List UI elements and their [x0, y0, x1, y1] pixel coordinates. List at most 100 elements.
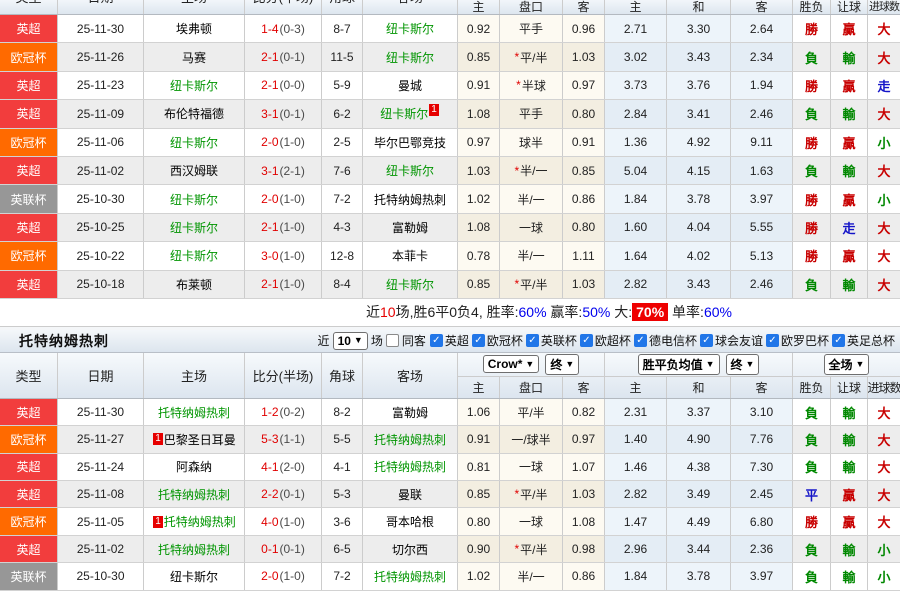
away-team-name[interactable]: 富勒姆: [392, 219, 428, 236]
league-checkbox-label[interactable]: 英联杯: [541, 332, 577, 349]
home-team-name[interactable]: 阿森纳: [176, 458, 212, 475]
score-cell[interactable]: 3-0(1-0): [245, 242, 322, 269]
home-team-name[interactable]: 托特纳姆热刺: [158, 541, 230, 558]
euro-mean-select[interactable]: 胜平负均值▼: [638, 354, 720, 375]
games-label: 场: [371, 332, 383, 349]
asian-period-select[interactable]: 终▼: [545, 354, 579, 375]
red-card-badge: 1: [153, 516, 163, 528]
score-cell[interactable]: 2-1(1-0): [245, 271, 322, 298]
league-checkbox-label[interactable]: 英足总杯: [847, 332, 895, 349]
score-cell[interactable]: 4-1(2-0): [245, 454, 322, 480]
league-checkbox[interactable]: ✓: [634, 334, 647, 347]
same-away-label[interactable]: 同客: [402, 332, 426, 349]
home-team-name[interactable]: 纽卡斯尔: [170, 134, 218, 151]
league-checkbox-label[interactable]: 欧罗巴杯: [781, 332, 829, 349]
score-cell[interactable]: 2-2(0-1): [245, 481, 322, 507]
home-cell: 纽卡斯尔: [144, 242, 245, 269]
ah-line: *半/一: [500, 157, 563, 184]
score-cell[interactable]: 2-1(0-0): [245, 72, 322, 99]
match-row: 欧冠杯25-11-271巴黎圣日耳曼5-3(1-1)5-5托特纳姆热刺0.91一…: [0, 426, 900, 453]
league-checkbox[interactable]: ✓: [700, 334, 713, 347]
score-cell[interactable]: 2-0(1-0): [245, 129, 322, 156]
away-team-name[interactable]: 纽卡斯尔: [386, 20, 434, 37]
ah-home-odds: 0.91: [458, 72, 500, 99]
home-team-name[interactable]: 托特纳姆热刺: [158, 404, 230, 421]
league-checkbox-label[interactable]: 欧冠杯: [487, 332, 523, 349]
away-team-name[interactable]: 曼联: [398, 486, 422, 503]
score-cell[interactable]: 3-1(2-1): [245, 157, 322, 184]
away-team-name[interactable]: 托特纳姆热刺: [374, 568, 446, 585]
home-team-name[interactable]: 埃弗顿: [176, 20, 212, 37]
fulltime-score: 2-0: [261, 569, 278, 583]
eu-away-odds: 9.11: [731, 129, 793, 156]
home-team-name[interactable]: 布莱顿: [176, 276, 212, 293]
score-cell[interactable]: 0-1(0-1): [245, 536, 322, 562]
scope-select[interactable]: 全场▼: [824, 354, 870, 375]
away-team-name[interactable]: 纽卡斯尔: [380, 105, 428, 122]
league-checkbox-label[interactable]: 欧超杯: [595, 332, 631, 349]
bookmaker-select[interactable]: Crow*▼: [483, 355, 540, 373]
score-cell[interactable]: 1-2(0-2): [245, 399, 322, 425]
away-team-name[interactable]: 曼城: [398, 77, 422, 94]
goals-mark: 大: [868, 399, 900, 425]
eu-away-odds: 2.64: [731, 15, 793, 42]
score-cell[interactable]: 2-1(1-0): [245, 214, 322, 241]
eu-away-odds: 3.97: [731, 563, 793, 589]
away-team-name[interactable]: 毕尔巴鄂竞技: [374, 134, 446, 151]
score-cell[interactable]: 2-0(1-0): [245, 185, 322, 212]
league-checkbox[interactable]: ✓: [832, 334, 845, 347]
away-team-name[interactable]: 富勒姆: [392, 404, 428, 421]
ah-away-odds: 0.91: [563, 129, 605, 156]
home-team-name[interactable]: 纽卡斯尔: [170, 568, 218, 585]
league-checkbox-label[interactable]: 英超: [445, 332, 469, 349]
away-cell: 托特纳姆热刺: [363, 426, 458, 452]
home-team-name[interactable]: 布伦特福德: [164, 105, 224, 122]
league-checkbox[interactable]: ✓: [580, 334, 593, 347]
goals-mark: 大: [868, 214, 900, 241]
away-team-name[interactable]: 切尔西: [392, 541, 428, 558]
home-team-name[interactable]: 马赛: [182, 49, 206, 66]
away-team-name[interactable]: 托特纳姆热刺: [374, 191, 446, 208]
away-team-name[interactable]: 哥本哈根: [386, 513, 434, 530]
ah-line-text: 平/半: [520, 541, 547, 558]
eu-home-odds: 2.82: [605, 271, 667, 298]
asian-odds-group: Crow*▼ 终▼: [458, 353, 605, 376]
home-team-name[interactable]: 纽卡斯尔: [170, 247, 218, 264]
halftime-score: (1-0): [280, 515, 305, 529]
away-team-name[interactable]: 纽卡斯尔: [386, 276, 434, 293]
fulltime-score: 3-1: [261, 164, 278, 178]
home-team-name[interactable]: 托特纳姆热刺: [158, 486, 230, 503]
fulltime-score: 2-1: [261, 220, 278, 234]
score-cell[interactable]: 1-4(0-3): [245, 15, 322, 42]
score-cell[interactable]: 2-0(1-0): [245, 563, 322, 589]
score-cell[interactable]: 3-1(0-1): [245, 100, 322, 127]
home-team-name[interactable]: 纽卡斯尔: [170, 219, 218, 236]
handicap-mark: 輸: [831, 157, 868, 184]
league-checkbox-label[interactable]: 德电信杯: [649, 332, 697, 349]
away-team-name[interactable]: 托特纳姆热刺: [374, 431, 446, 448]
recent-count-select[interactable]: 10▼: [333, 332, 368, 350]
home-team-name[interactable]: 托特纳姆热刺: [164, 513, 236, 530]
league-checkbox-label[interactable]: 球会友谊: [715, 332, 763, 349]
league-checkbox[interactable]: ✓: [526, 334, 539, 347]
ah-home-odds: 0.85: [458, 481, 500, 507]
euro-period-select[interactable]: 终▼: [726, 354, 760, 375]
score-cell[interactable]: 2-1(0-1): [245, 43, 322, 70]
away-team-name[interactable]: 纽卡斯尔: [386, 49, 434, 66]
league-checkbox[interactable]: ✓: [766, 334, 779, 347]
home-team-name[interactable]: 纽卡斯尔: [170, 77, 218, 94]
same-away-checkbox[interactable]: [386, 334, 399, 347]
score-cell[interactable]: 4-0(1-0): [245, 508, 322, 534]
eu-draw-odds: 4.15: [667, 157, 731, 184]
away-team-name[interactable]: 纽卡斯尔: [386, 162, 434, 179]
score-cell[interactable]: 5-3(1-1): [245, 426, 322, 452]
home-team-name[interactable]: 西汉姆联: [170, 162, 218, 179]
league-checkbox[interactable]: ✓: [430, 334, 443, 347]
result-mark: 負: [793, 454, 831, 480]
away-team-name[interactable]: 托特纳姆热刺: [374, 458, 446, 475]
home-team-name[interactable]: 巴黎圣日耳曼: [164, 431, 236, 448]
away-team-name[interactable]: 本菲卡: [392, 247, 428, 264]
column-header-home: 主场: [144, 0, 245, 14]
league-checkbox[interactable]: ✓: [472, 334, 485, 347]
home-team-name[interactable]: 纽卡斯尔: [170, 191, 218, 208]
